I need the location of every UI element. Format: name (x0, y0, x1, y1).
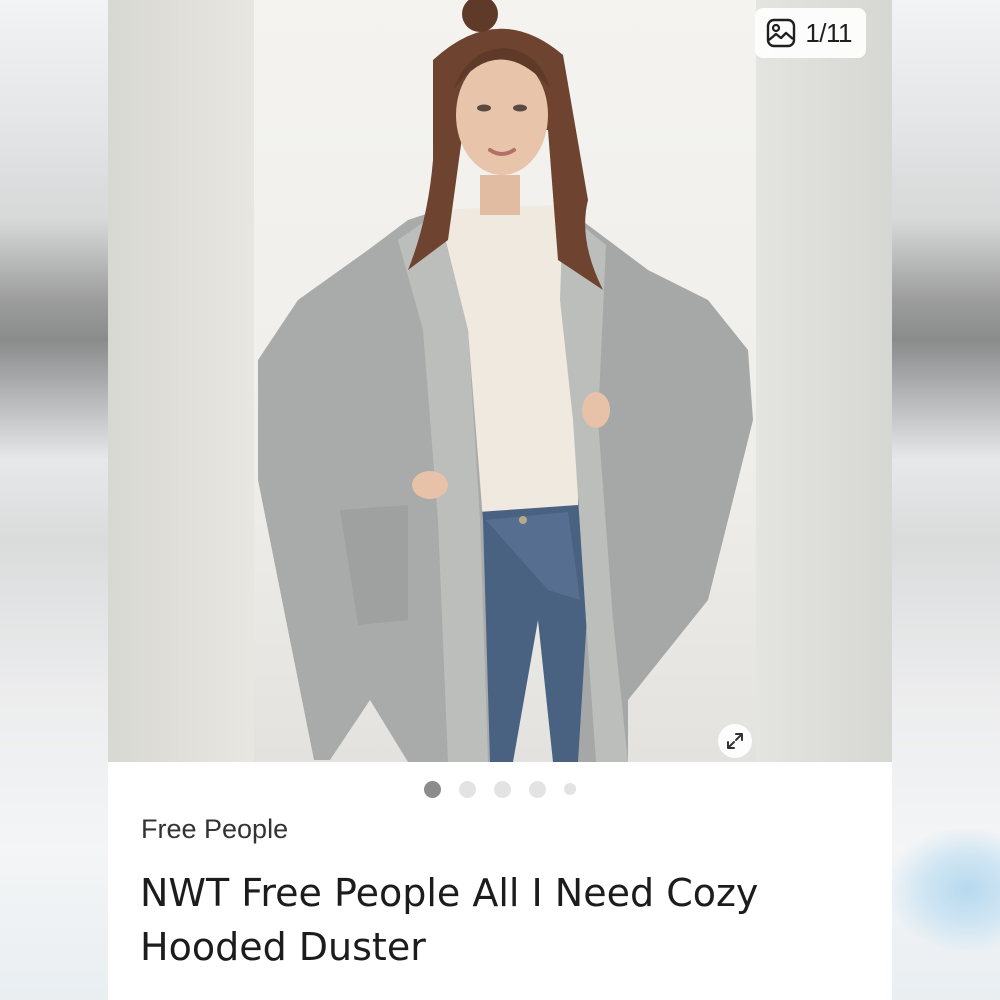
carousel-dot-5[interactable] (564, 783, 576, 795)
carousel-dots (108, 780, 892, 798)
carousel-dot-3[interactable] (494, 780, 511, 798)
brand-link[interactable]: Free People (141, 814, 288, 845)
expand-photo-button[interactable] (718, 724, 752, 758)
carousel-dot-2[interactable] (459, 780, 476, 798)
image-counter-badge: 1/11 (755, 8, 866, 58)
listing-card: 1/11 Free People NWT Free People All I N… (108, 0, 892, 1000)
carousel-dot-1[interactable] (424, 780, 441, 798)
product-photo[interactable]: 1/11 (108, 0, 892, 762)
expand-arrows-icon (727, 733, 743, 749)
background-accent (892, 830, 1000, 950)
listing-title: NWT Free People All I Need Cozy Hooded D… (140, 871, 759, 969)
image-counter-text: 1/11 (805, 17, 852, 48)
model-illustration (258, 0, 753, 762)
carousel-dot-4[interactable] (529, 780, 546, 798)
image-gallery-icon (767, 18, 796, 48)
